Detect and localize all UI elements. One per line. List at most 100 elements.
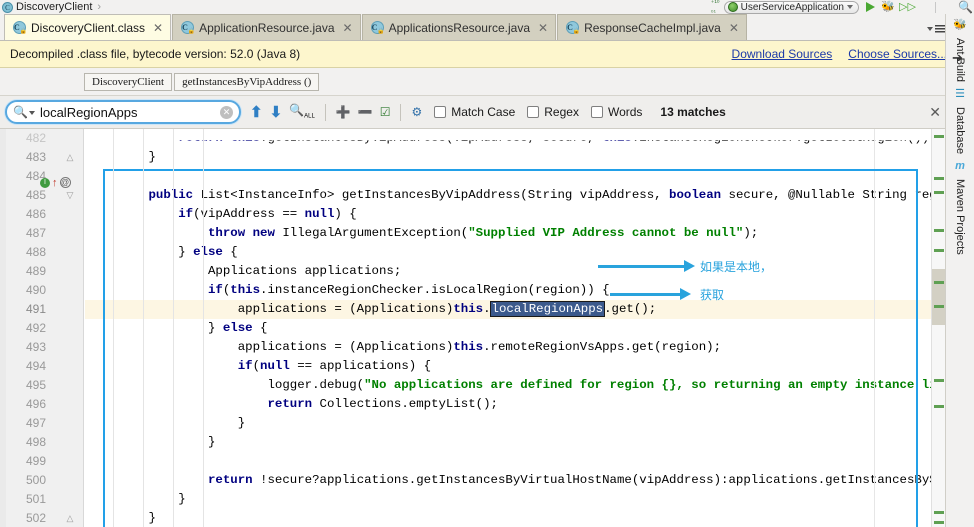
editor-gutter[interactable]: 482 483 484 485 486 487 488 489 490 491 492 493 494 4…: [0, 129, 84, 527]
close-icon[interactable]: ✕: [929, 104, 941, 121]
code-folding-column[interactable]: △ ▽ △: [60, 129, 80, 527]
indent-guide: [203, 129, 204, 527]
close-icon[interactable]: ✕: [729, 21, 739, 35]
breadcrumb[interactable]: C DiscoveryClient ›: [0, 1, 103, 13]
annotation-icon[interactable]: @: [59, 177, 71, 188]
line-number: 487: [25, 226, 46, 240]
checkbox[interactable]: [590, 106, 603, 118]
tab-responsecacheimpl-java[interactable]: C🔒 ResponseCacheImpl.java ✕: [557, 14, 747, 40]
code-line[interactable]: } else {: [85, 319, 957, 338]
tab-list-icon[interactable]: [935, 24, 946, 33]
code-editor[interactable]: 482 483 484 485 486 487 488 489 490 491 492 493 494 4…: [0, 129, 957, 527]
search-icon[interactable]: 🔍: [958, 0, 973, 14]
fold-gutter-cell: [60, 376, 80, 395]
stop-icon[interactable]: [917, 1, 931, 14]
database-icon[interactable]: ☰: [955, 89, 965, 100]
close-icon[interactable]: ✕: [153, 21, 163, 35]
code-line[interactable]: if(null == applications) {: [85, 357, 957, 376]
code-line[interactable]: logger.debug("No applications are define…: [85, 376, 957, 395]
scrollbar-thumb[interactable]: [932, 269, 945, 325]
code-line[interactable]: applications = (Applications)this.remote…: [85, 338, 957, 357]
run-icon[interactable]: [863, 1, 877, 14]
code-line[interactable]: [85, 167, 957, 186]
match-case-option[interactable]: Match Case: [434, 105, 515, 119]
clear-icon[interactable]: ✕: [220, 105, 233, 119]
code-text-area[interactable]: return this.getInstancesByVipAddress(vip…: [85, 129, 957, 527]
code-line[interactable]: }: [85, 490, 957, 509]
run-with-coverage-icon[interactable]: ▷▷: [899, 1, 916, 14]
chevron-down-icon[interactable]: [927, 26, 934, 31]
breadcrumb-item[interactable]: DiscoveryClient: [16, 1, 92, 13]
close-icon[interactable]: ✕: [343, 21, 353, 35]
breadcrumb-chip-class[interactable]: DiscoveryClient: [84, 72, 173, 91]
tab-discoveryclient-class[interactable]: C🔒 DiscoveryClient.class ✕: [4, 14, 172, 40]
run-config-selector[interactable]: UserServiceApplication: [723, 0, 859, 14]
search-field-wrapper[interactable]: 🔍 ✕: [5, 100, 241, 124]
fold-gutter-cell: [60, 357, 80, 376]
code-line[interactable]: }: [85, 148, 957, 167]
breadcrumb-chip-method[interactable]: getInstancesByVipAddress (): [174, 72, 320, 91]
code-line[interactable]: }: [85, 433, 957, 452]
code-line[interactable]: [85, 452, 957, 471]
code-line[interactable]: if(vipAddress == null) {: [85, 205, 957, 224]
checkbox[interactable]: [434, 106, 447, 118]
arrow-down-icon[interactable]: ⬇: [270, 105, 283, 120]
code-fold-toggle-icon[interactable]: △: [60, 148, 80, 167]
gutter-icons-line-485[interactable]: I ↑ @: [40, 177, 71, 188]
notification-links: Download Sources Choose Sources...: [732, 47, 947, 61]
chevron-down-icon[interactable]: [847, 5, 853, 9]
gear-icon[interactable]: ⚙: [411, 106, 422, 118]
toolbar-divider: [935, 1, 936, 13]
tab-label: DiscoveryClient.class: [31, 20, 146, 35]
grid-icon[interactable]: [940, 1, 954, 14]
code-line[interactable]: throw new IllegalArgumentException("Supp…: [85, 224, 957, 243]
select-all-icon[interactable]: ☑: [380, 106, 391, 118]
fold-gutter-cell: [60, 414, 80, 433]
idea-window: C DiscoveryClient › ⁺¹⁰ ₀₁ UserServiceApp…: [0, 0, 974, 527]
java-class-icon: C🔒: [370, 21, 385, 35]
code-fold-toggle-icon[interactable]: △: [60, 509, 80, 527]
code-line[interactable]: public List<InstanceInfo> getInstancesBy…: [85, 186, 958, 205]
code-line[interactable]: if(this.instanceRegionChecker.isLocalReg…: [85, 281, 957, 300]
code-line[interactable]: return !secure?applications.getInstances…: [85, 471, 957, 490]
checkbox[interactable]: [527, 106, 540, 118]
tab-applicationresource-java[interactable]: C🔒 ApplicationResource.java ✕: [172, 14, 361, 40]
error-stripe-scrollbar[interactable]: [931, 129, 945, 527]
tool-window-database[interactable]: Database: [954, 104, 966, 157]
up-arrow-icon[interactable]: ↑: [52, 177, 58, 188]
tab-applicationsresource-java[interactable]: C🔒 ApplicationsResource.java ✕: [361, 14, 557, 40]
line-number: 490: [25, 283, 46, 297]
code-line[interactable]: }: [85, 509, 957, 527]
add-selection-icon[interactable]: ➕: [336, 106, 351, 118]
code-line[interactable]: Applications applications;: [85, 262, 957, 281]
line-number: 491: [25, 302, 46, 316]
overridden-method-icon[interactable]: I: [40, 177, 50, 188]
maven-icon[interactable]: m: [955, 161, 965, 172]
line-number: 485: [25, 188, 46, 202]
arrow-up-icon[interactable]: ⬆: [250, 105, 263, 120]
choose-sources-link[interactable]: Choose Sources...: [848, 47, 947, 61]
line-number: 497: [25, 416, 46, 430]
code-line[interactable]: return this.getInstancesByVipAddress(vip…: [85, 140, 957, 148]
line-number: 483: [25, 150, 46, 164]
close-icon[interactable]: ✕: [538, 21, 548, 35]
code-line[interactable]: } else {: [85, 243, 957, 262]
words-option[interactable]: Words: [590, 105, 642, 119]
code-fold-toggle-icon[interactable]: ▽: [60, 186, 80, 205]
code-line[interactable]: return Collections.emptyList();: [85, 395, 957, 414]
line-counter-icon: ⁺¹⁰ ₀₁: [710, 0, 720, 14]
chevron-down-icon[interactable]: [28, 111, 35, 115]
breadcrumb-separator: ›: [97, 1, 102, 13]
remove-selection-icon[interactable]: ➖: [358, 106, 373, 118]
tool-window-maven-projects[interactable]: Maven Projects: [954, 176, 966, 258]
regex-option[interactable]: Regex: [527, 105, 579, 119]
download-sources-link[interactable]: Download Sources: [732, 47, 833, 61]
indent-guide: [143, 129, 144, 527]
select-all-occurrences-icon[interactable]: 🔍ALL: [289, 104, 315, 120]
debug-bug-icon[interactable]: 🐝: [881, 1, 895, 14]
code-line[interactable]: applications = (Applications)this.localR…: [85, 300, 957, 319]
find-navigation-icons: ⬆ ⬇ 🔍ALL ➕ ➖ ☑ ⚙: [250, 103, 422, 121]
search-input[interactable]: [37, 103, 220, 121]
ant-icon[interactable]: 🐝: [953, 20, 967, 31]
code-line[interactable]: }: [85, 414, 957, 433]
